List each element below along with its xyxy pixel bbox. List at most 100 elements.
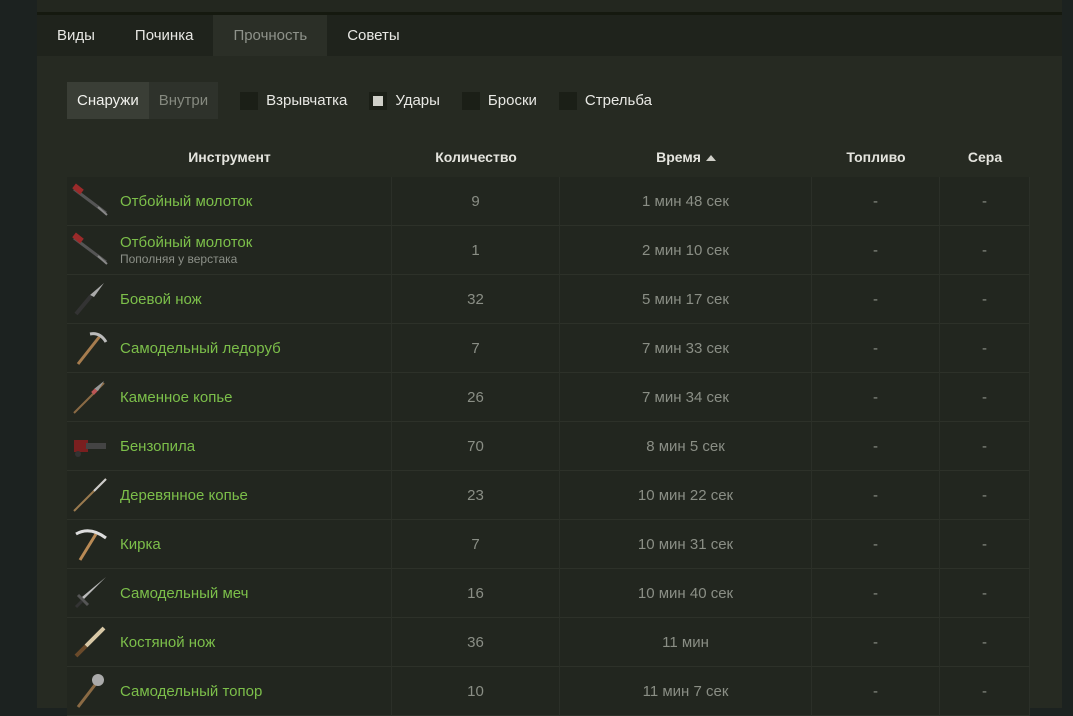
tool-link[interactable]: Отбойный молоток [120, 234, 252, 251]
axe-icon [70, 671, 110, 711]
table-row: Кирка 7 10 мин 31 сек - - [67, 520, 1030, 569]
cell-fuel: - [812, 177, 940, 226]
cell-time: 8 мин 5 сек [560, 422, 812, 471]
tool-link[interactable]: Самодельный ледоруб [120, 340, 281, 357]
tool-link[interactable]: Бензопила [120, 438, 195, 455]
cell-sulfur: - [940, 275, 1030, 324]
tab-repair[interactable]: Починка [115, 15, 214, 56]
header-time-label: Время [656, 149, 701, 165]
table-header: Инструмент Количество Время Топливо Сера [67, 137, 1030, 177]
tab-tips[interactable]: Советы [327, 15, 419, 56]
cell-sulfur: - [940, 324, 1030, 373]
cell-fuel: - [812, 618, 940, 667]
combat-knife-icon [70, 279, 110, 319]
cell-quantity: 23 [392, 471, 560, 520]
cell-quantity: 9 [392, 177, 560, 226]
cell-fuel: - [812, 520, 940, 569]
header-quantity[interactable]: Количество [392, 137, 560, 177]
cell-time: 1 мин 48 сек [560, 177, 812, 226]
cell-tool: Самодельный меч [67, 569, 392, 618]
outside-button[interactable]: Снаружи [67, 82, 149, 119]
explosives-checkbox[interactable]: Взрывчатка [240, 91, 348, 110]
wooden-spear-icon [70, 475, 110, 515]
cell-quantity: 16 [392, 569, 560, 618]
cell-time: 2 мин 10 сек [560, 226, 812, 275]
cell-tool: Самодельный топор [67, 667, 392, 716]
tab-durability[interactable]: Прочность [213, 15, 328, 56]
cell-tool: Отбойный молоток Пополняя у верстака [67, 226, 392, 275]
sword-icon [70, 573, 110, 613]
cell-sulfur: - [940, 177, 1030, 226]
cell-quantity: 7 [392, 324, 560, 373]
tool-link[interactable]: Самодельный топор [120, 683, 262, 700]
durability-table: Инструмент Количество Время Топливо Сера… [67, 137, 1030, 716]
cell-tool: Отбойный молоток [67, 177, 392, 226]
cell-time: 10 мин 22 сек [560, 471, 812, 520]
cell-fuel: - [812, 226, 940, 275]
cell-fuel: - [812, 324, 940, 373]
cell-fuel: - [812, 569, 940, 618]
cell-time: 10 мин 31 сек [560, 520, 812, 569]
tool-link[interactable]: Костяной нож [120, 634, 215, 651]
checkbox-box[interactable] [369, 91, 388, 110]
checkbox-label: Удары [395, 92, 440, 109]
tool-link[interactable]: Отбойный молоток [120, 193, 252, 210]
cell-sulfur: - [940, 569, 1030, 618]
checkbox-label: Взрывчатка [266, 92, 348, 109]
filter-bar: Снаружи Внутри Взрывчатка Удары Броски С… [67, 82, 1062, 119]
cell-tool: Кирка [67, 520, 392, 569]
cell-tool: Боевой нож [67, 275, 392, 324]
cell-time: 5 мин 17 сек [560, 275, 812, 324]
pickaxe-icon [70, 524, 110, 564]
checkbox-box[interactable] [461, 91, 480, 110]
cell-fuel: - [812, 667, 940, 716]
checkbox-box[interactable] [240, 91, 259, 110]
cell-quantity: 70 [392, 422, 560, 471]
melee-checkbox[interactable]: Удары [369, 91, 440, 110]
cell-sulfur: - [940, 667, 1030, 716]
shooting-checkbox[interactable]: Стрельба [558, 91, 652, 110]
tool-link[interactable]: Кирка [120, 536, 161, 553]
cell-time: 11 мин 7 сек [560, 667, 812, 716]
tab-bar: Виды Починка Прочность Советы [37, 15, 1062, 56]
table-row: Деревянное копье 23 10 мин 22 сек - - [67, 471, 1030, 520]
cell-tool: Самодельный ледоруб [67, 324, 392, 373]
inside-button[interactable]: Внутри [149, 82, 218, 119]
cell-quantity: 1 [392, 226, 560, 275]
checkbox-box[interactable] [558, 91, 577, 110]
header-fuel[interactable]: Топливо [812, 137, 940, 177]
checkbox-label: Броски [487, 92, 537, 109]
table-row: Бензопила 70 8 мин 5 сек - - [67, 422, 1030, 471]
header-sulfur[interactable]: Сера [940, 137, 1030, 177]
tool-link[interactable]: Деревянное копье [120, 487, 248, 504]
cell-quantity: 10 [392, 667, 560, 716]
throw-checkbox[interactable]: Броски [461, 91, 537, 110]
cell-quantity: 26 [392, 373, 560, 422]
tool-link[interactable]: Боевой нож [120, 291, 202, 308]
tab-types[interactable]: Виды [37, 15, 115, 56]
cell-time: 10 мин 40 сек [560, 569, 812, 618]
header-time[interactable]: Время [560, 137, 812, 177]
table-row: Отбойный молоток 9 1 мин 48 сек - - [67, 177, 1030, 226]
ice-pick-icon [70, 328, 110, 368]
table-row: Боевой нож 32 5 мин 17 сек - - [67, 275, 1030, 324]
cell-sulfur: - [940, 520, 1030, 569]
tool-link[interactable]: Каменное копье [120, 389, 233, 406]
side-toggle: Снаружи Внутри [67, 82, 219, 119]
cell-tool: Бензопила [67, 422, 392, 471]
cell-tool: Каменное копье [67, 373, 392, 422]
header-tool[interactable]: Инструмент [67, 137, 392, 177]
cell-sulfur: - [940, 422, 1030, 471]
table-row: Самодельный ледоруб 7 7 мин 33 сек - - [67, 324, 1030, 373]
sort-up-icon [705, 155, 716, 162]
cell-time: 7 мин 33 сек [560, 324, 812, 373]
cell-quantity: 36 [392, 618, 560, 667]
cell-sulfur: - [940, 226, 1030, 275]
table-row: Отбойный молоток Пополняя у верстака 1 2… [67, 226, 1030, 275]
tool-link[interactable]: Самодельный меч [120, 585, 248, 602]
cell-time: 7 мин 34 сек [560, 373, 812, 422]
cell-quantity: 7 [392, 520, 560, 569]
jackhammer-icon [70, 230, 110, 270]
cell-fuel: - [812, 373, 940, 422]
cell-quantity: 32 [392, 275, 560, 324]
